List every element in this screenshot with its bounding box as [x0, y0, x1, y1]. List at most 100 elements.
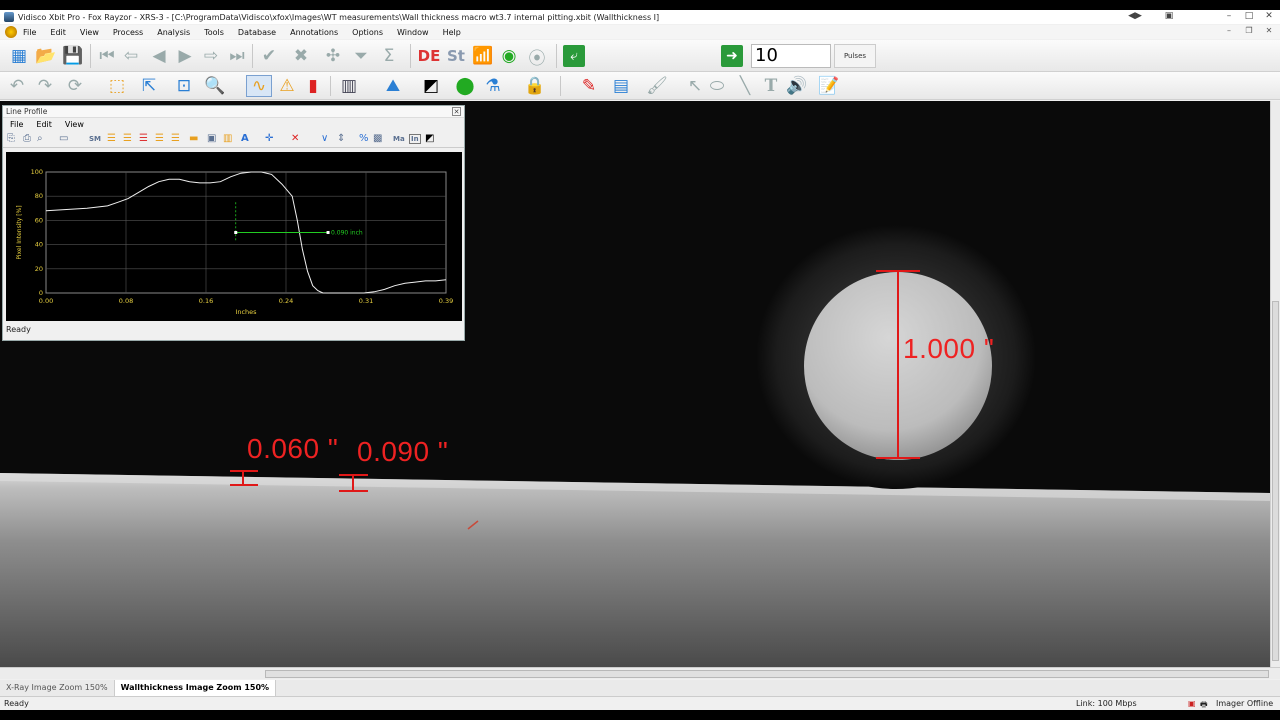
- first-image-icon[interactable]: ⏮: [96, 46, 118, 66]
- wireless-icon[interactable]: 📶: [472, 46, 494, 66]
- broadcast-icon[interactable]: ⦿: [526, 46, 548, 69]
- title-restore-icon[interactable]: ▣: [1160, 10, 1178, 22]
- profile-ruler-icon[interactable]: ▭: [59, 133, 68, 144]
- mdi-restore-button[interactable]: ❐: [1242, 26, 1256, 37]
- profile-down-icon[interactable]: ∨: [321, 133, 328, 144]
- st-button[interactable]: St: [444, 46, 468, 66]
- horizontal-scrollbar[interactable]: [0, 667, 1280, 679]
- histogram-icon[interactable]: ▮: [302, 76, 324, 96]
- profile-align4-icon[interactable]: ☰: [155, 133, 164, 144]
- previous-fast-icon[interactable]: ⇦: [120, 46, 142, 66]
- pulses-input[interactable]: 10: [751, 44, 831, 68]
- rect-select-icon[interactable]: ⬚: [106, 76, 128, 96]
- profile-bar-icon[interactable]: ▬: [189, 133, 198, 144]
- maximize-button[interactable]: □: [1240, 10, 1258, 22]
- refresh-icon[interactable]: ⟳: [62, 76, 88, 96]
- menu-annotations[interactable]: Annotations: [290, 28, 338, 37]
- profile-print-icon[interactable]: ⎙: [23, 133, 31, 144]
- measurement-label-1[interactable]: 0.060 ": [247, 433, 338, 465]
- brush-icon[interactable]: 🖌: [646, 76, 668, 96]
- mdi-minimize-button[interactable]: –: [1222, 26, 1236, 37]
- profile-invert-icon[interactable]: ◩: [425, 133, 434, 144]
- profile-fit-icon[interactable]: ⇕: [337, 133, 345, 144]
- profile-grid-icon[interactable]: ▣: [207, 133, 216, 144]
- vertical-scrollbar[interactable]: [1270, 101, 1280, 667]
- last-image-icon[interactable]: ⏭: [226, 46, 248, 66]
- menu-help[interactable]: Help: [443, 28, 461, 37]
- line-profile-chart[interactable]: 0.00 0.08 0.16 0.24 0.31 0.39 0 20 40 60 80 100 Inch…: [6, 152, 462, 321]
- levels-icon[interactable]: ▥: [336, 76, 362, 96]
- nav-arrows-icon[interactable]: ◀▶: [1126, 10, 1144, 22]
- vertical-scroll-thumb[interactable]: [1272, 301, 1279, 661]
- menu-tools[interactable]: Tools: [204, 28, 224, 37]
- profile-menu-file[interactable]: File: [10, 118, 23, 131]
- profile-font-icon[interactable]: A: [241, 133, 249, 144]
- menu-view[interactable]: View: [80, 28, 99, 37]
- profile-chart-icon[interactable]: ▥: [223, 133, 232, 144]
- profile-copy-icon[interactable]: ⎘: [7, 133, 15, 144]
- combine-icon[interactable]: ✣: [322, 46, 344, 66]
- redo-icon[interactable]: ↷: [34, 76, 56, 96]
- signal-icon[interactable]: ◉: [498, 46, 520, 66]
- menu-database[interactable]: Database: [238, 28, 276, 37]
- profile-align5-icon[interactable]: ☰: [171, 133, 180, 144]
- report-icon[interactable]: 📝: [818, 76, 840, 96]
- minimize-button[interactable]: –: [1220, 10, 1238, 22]
- previous-icon[interactable]: ◀: [148, 46, 170, 66]
- save-icon[interactable]: 💾: [62, 46, 84, 66]
- horizontal-scroll-thumb[interactable]: [265, 670, 1269, 678]
- enter-icon[interactable]: ⤶: [563, 45, 585, 67]
- zoom-rect-icon[interactable]: ⊡: [173, 76, 195, 96]
- profile-preview-icon[interactable]: ⌕: [37, 133, 43, 144]
- measurement-label-2[interactable]: 0.090 ": [357, 436, 448, 468]
- line-profile-close-icon[interactable]: ✕: [452, 107, 461, 116]
- zoom-icon[interactable]: 🔍: [202, 76, 228, 96]
- grid-view-icon[interactable]: ▦: [8, 46, 30, 66]
- profile-align2-icon[interactable]: ☰: [123, 133, 132, 144]
- line-profile-icon[interactable]: ∿: [246, 75, 272, 97]
- profile-menu-edit[interactable]: Edit: [36, 118, 52, 131]
- profile-sm-button[interactable]: SM: [89, 135, 101, 143]
- sum-icon[interactable]: Σ: [378, 46, 400, 66]
- circle-filter-icon[interactable]: ⬤: [454, 76, 476, 96]
- accept-icon[interactable]: ✔: [258, 46, 280, 66]
- filter-icon[interactable]: ⏷: [350, 46, 372, 66]
- pointer-select-icon[interactable]: ⇱: [136, 76, 162, 96]
- open-folder-icon[interactable]: 📂: [35, 46, 57, 66]
- de-button[interactable]: DE: [416, 46, 442, 66]
- text-tool-icon[interactable]: T: [760, 76, 782, 96]
- mdi-close-button[interactable]: ✕: [1262, 26, 1276, 37]
- lock-icon[interactable]: 🔒: [524, 76, 546, 96]
- profile-menu-view[interactable]: View: [65, 118, 84, 131]
- profile-scale-icon[interactable]: ▩: [373, 133, 382, 144]
- ellipse-icon[interactable]: ⬭: [706, 76, 728, 96]
- reject-icon[interactable]: ✖: [290, 46, 312, 66]
- profile-percent-icon[interactable]: %: [359, 133, 369, 144]
- menu-edit[interactable]: Edit: [50, 28, 66, 37]
- audio-note-icon[interactable]: 🔊: [786, 76, 808, 96]
- menu-window[interactable]: Window: [397, 28, 429, 37]
- profile-delete-icon[interactable]: ✕: [291, 133, 299, 144]
- menu-options[interactable]: Options: [352, 28, 383, 37]
- flask-icon[interactable]: ⚗: [480, 76, 506, 96]
- menu-file[interactable]: File: [23, 28, 36, 37]
- arrow-cursor-icon[interactable]: ↖: [684, 76, 706, 96]
- line-tool-icon[interactable]: ╲: [734, 76, 756, 96]
- invert-icon[interactable]: ◩: [420, 76, 442, 96]
- next-icon[interactable]: ▶: [174, 46, 196, 66]
- next-fast-icon[interactable]: ⇨: [200, 46, 222, 66]
- tab-wallthickness-image[interactable]: Wallthickness Image Zoom 150%: [114, 680, 277, 696]
- curve-icon[interactable]: ⛰: [380, 76, 406, 96]
- close-button[interactable]: ✕: [1260, 10, 1278, 22]
- profile-in-button[interactable]: In: [409, 134, 421, 144]
- profile-align-icon[interactable]: ☰: [107, 133, 116, 144]
- measure-icon[interactable]: ⚠: [276, 76, 298, 96]
- menu-process[interactable]: Process: [113, 28, 143, 37]
- measurement-label-3[interactable]: 1.000 ": [903, 333, 994, 365]
- profile-ma-button[interactable]: Ma: [393, 135, 405, 143]
- profile-align3-icon[interactable]: ☰: [139, 133, 148, 144]
- undo-icon[interactable]: ↶: [6, 76, 28, 96]
- menu-analysis[interactable]: Analysis: [157, 28, 190, 37]
- layers-icon[interactable]: ▤: [608, 76, 634, 96]
- edit-note-icon[interactable]: ✎: [578, 76, 600, 96]
